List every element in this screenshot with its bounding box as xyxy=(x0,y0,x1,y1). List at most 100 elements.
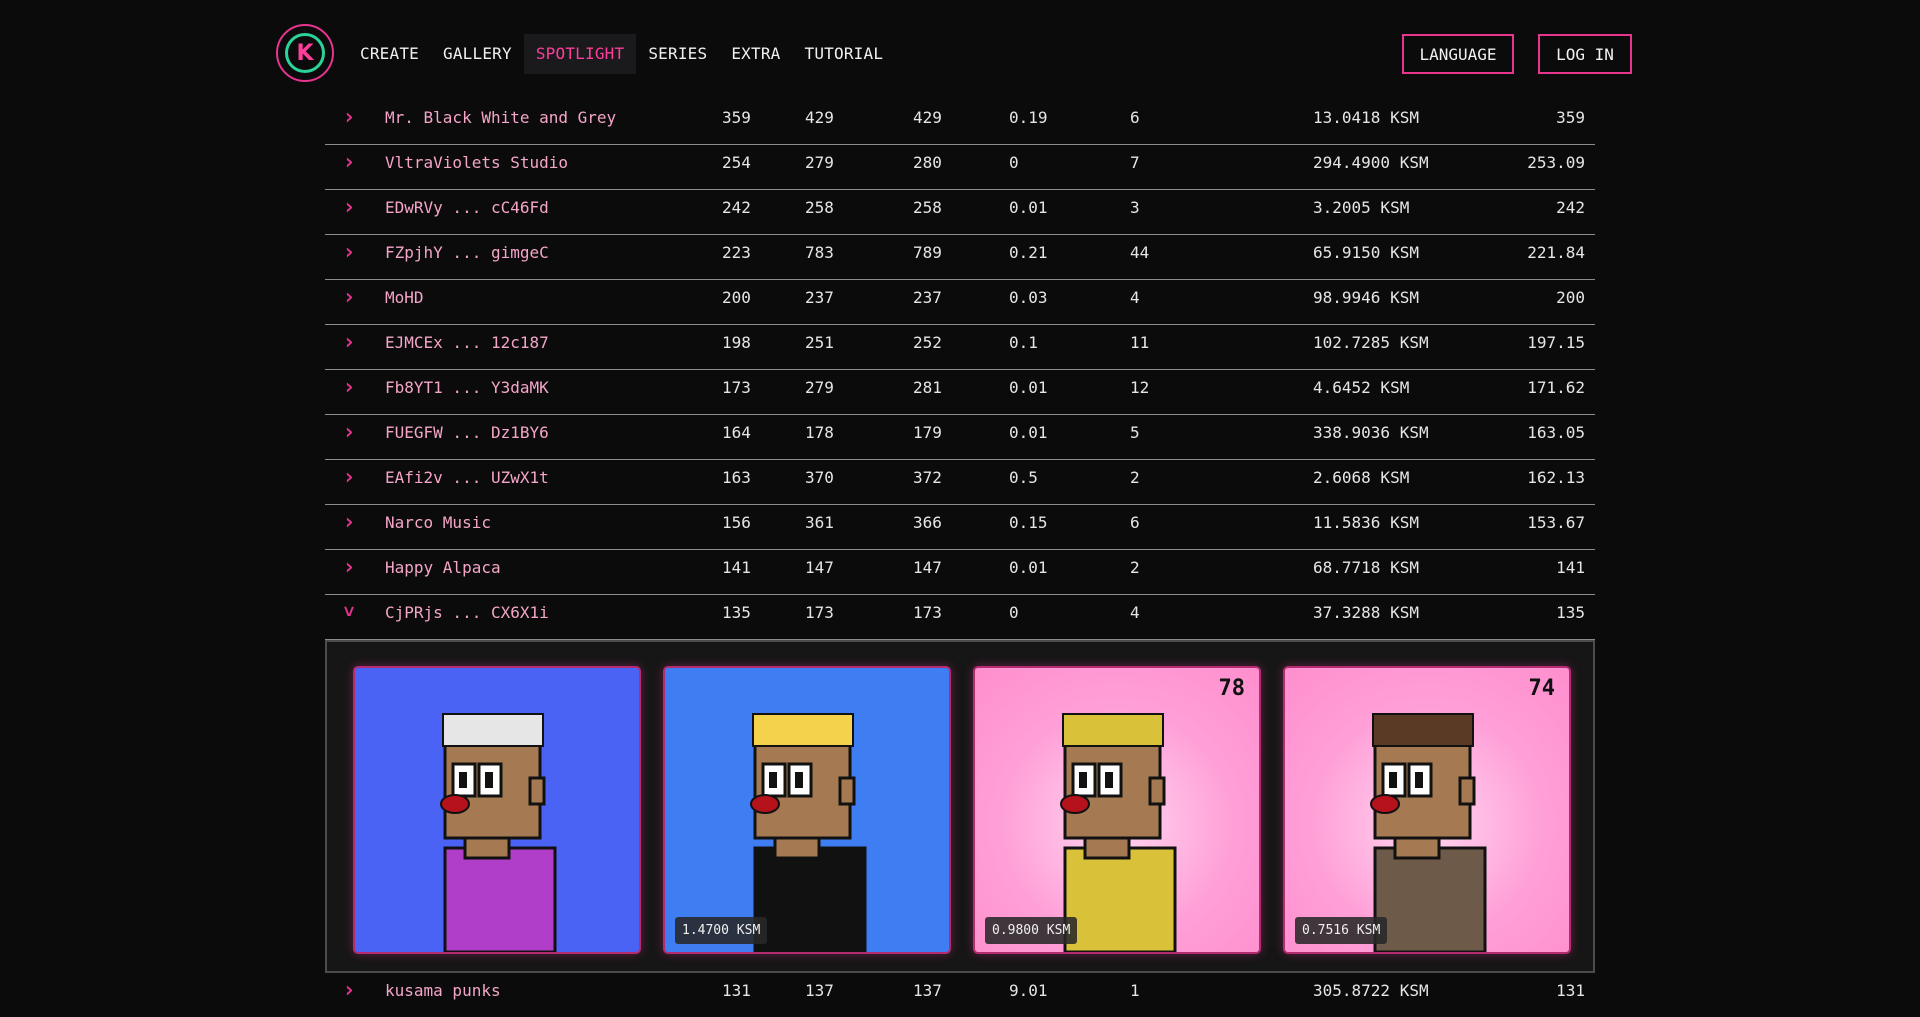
col-value: 242 xyxy=(722,198,751,217)
price-tag: 0.9800 KSM xyxy=(985,917,1078,944)
col-value: 252 xyxy=(913,333,942,352)
col-value: 254 xyxy=(722,153,751,172)
col-value: 178 xyxy=(805,423,834,442)
login-button[interactable]: LOG IN xyxy=(1538,34,1632,74)
col-value: 141 xyxy=(722,558,751,577)
chevron-right-icon[interactable]: › xyxy=(341,145,357,181)
col-value: 173 xyxy=(805,603,834,622)
col-value: 372 xyxy=(913,468,942,487)
artist-name[interactable]: VltraViolets Studio xyxy=(385,145,568,181)
col-value: 0 xyxy=(1009,603,1019,622)
col-value: 173 xyxy=(722,378,751,397)
nav-series[interactable]: SERIES xyxy=(636,34,719,74)
chevron-right-icon[interactable]: › xyxy=(341,415,357,451)
col-value: 12 xyxy=(1130,378,1150,397)
artist-name[interactable]: Narco Music xyxy=(385,505,491,541)
artist-name[interactable]: FUEGFW ... Dz1BY6 xyxy=(385,415,549,451)
chevron-right-icon[interactable]: › xyxy=(341,235,357,271)
table-row[interactable]: › kusama punks 131 137 137 9.01 1 305.8722 KSM 1… xyxy=(325,973,1595,1017)
chevron-right-icon[interactable]: › xyxy=(341,190,357,226)
col-value: 237 xyxy=(913,288,942,307)
table-row[interactable]: › FUEGFW ... Dz1BY6 164 178 179 0.01 5 338.9036… xyxy=(325,415,1595,460)
table-row[interactable]: › Narco Music 156 361 366 0.15 6 11.5836 KSM 153… xyxy=(325,505,1595,550)
col-value: 251 xyxy=(805,333,834,352)
artist-name[interactable]: Fb8YT1 ... Y3daMK xyxy=(385,370,549,406)
punk-figure-image xyxy=(1370,713,1487,952)
volume-value: 294.4900 KSM xyxy=(1313,153,1429,172)
chevron-down-icon[interactable]: ˅ xyxy=(341,595,357,631)
punk-figure-image xyxy=(1060,713,1177,952)
col-value: 280 xyxy=(913,153,942,172)
col-value: 279 xyxy=(805,153,834,172)
volume-value: 65.9150 KSM xyxy=(1313,243,1419,262)
col-value: 163.05 xyxy=(1527,423,1585,442)
nft-card[interactable]: 74 0.7516 KSM xyxy=(1283,666,1571,954)
nav-tutorial[interactable]: TUTORIAL xyxy=(793,34,896,74)
col-value: 253.09 xyxy=(1527,153,1585,172)
table-row[interactable]: › VltraViolets Studio 254 279 280 0 7 294.4900 … xyxy=(325,145,1595,190)
col-value: 198 xyxy=(722,333,751,352)
artist-name[interactable]: EJMCEx ... 12c187 xyxy=(385,325,549,361)
nft-card[interactable]: 1.4700 KSM xyxy=(663,666,951,954)
col-value: 3 xyxy=(1130,198,1140,217)
chevron-right-icon[interactable]: › xyxy=(341,460,357,496)
col-value: 0.01 xyxy=(1009,198,1048,217)
chevron-right-icon[interactable]: › xyxy=(341,280,357,316)
nav-create[interactable]: CREATE xyxy=(348,34,431,74)
chevron-right-icon[interactable]: › xyxy=(341,505,357,541)
volume-value: 2.6068 KSM xyxy=(1313,468,1410,487)
col-value: 147 xyxy=(913,558,942,577)
nft-card[interactable]: 78 0.9800 KSM xyxy=(973,666,1261,954)
nft-card-list: 1.4700 KSM 78 0.9800 KSM 74 0.7516 KSM xyxy=(353,666,1571,954)
table-row[interactable]: › Fb8YT1 ... Y3daMK 173 279 281 0.01 12 4.6452 … xyxy=(325,370,1595,415)
table-row[interactable]: › EJMCEx ... 12c187 198 251 252 0.1 11 102.7285… xyxy=(325,325,1595,370)
col-value: 783 xyxy=(805,243,834,262)
nav-extra[interactable]: EXTRA xyxy=(719,34,792,74)
nft-card[interactable] xyxy=(353,666,641,954)
punk-figure-image xyxy=(440,713,557,952)
artist-name[interactable]: FZpjhY ... gimgeC xyxy=(385,235,549,271)
language-button[interactable]: LANGUAGE xyxy=(1402,34,1514,74)
chevron-right-icon[interactable]: › xyxy=(341,325,357,361)
chevron-right-icon[interactable]: › xyxy=(341,370,357,406)
artist-name[interactable]: Happy Alpaca xyxy=(385,550,501,586)
col-value: 163 xyxy=(722,468,751,487)
col-value: 131 xyxy=(722,981,751,1000)
col-value: 200 xyxy=(722,288,751,307)
col-value: 2 xyxy=(1130,558,1140,577)
table-row[interactable]: › EAfi2v ... UZwX1t 163 370 372 0.5 2 2.6068 KS… xyxy=(325,460,1595,505)
col-value: 9.01 xyxy=(1009,981,1048,1000)
nav-gallery[interactable]: GALLERY xyxy=(431,34,524,74)
chevron-right-icon[interactable]: › xyxy=(341,550,357,586)
logo-mark: K xyxy=(285,33,325,73)
table-row[interactable]: ˅ CjPRjs ... CX6X1i 135 173 173 0 4 37.3288 KSM… xyxy=(325,595,1595,640)
col-value: 1 xyxy=(1130,981,1140,1000)
col-value: 137 xyxy=(913,981,942,1000)
artist-name[interactable]: EAfi2v ... UZwX1t xyxy=(385,460,549,496)
artist-name[interactable]: kusama punks xyxy=(385,973,501,1009)
col-value: 0.01 xyxy=(1009,378,1048,397)
table-row[interactable]: › MoHD 200 237 237 0.03 4 98.9946 KSM 200 xyxy=(325,280,1595,325)
col-value: 366 xyxy=(913,513,942,532)
col-value: 279 xyxy=(805,378,834,397)
expanded-collection-panel: 1.4700 KSM 78 0.9800 KSM 74 0.7516 KSM xyxy=(325,640,1595,973)
price-tag: 1.4700 KSM xyxy=(675,917,768,944)
col-value: 0.03 xyxy=(1009,288,1048,307)
col-value: 0.1 xyxy=(1009,333,1038,352)
table-row[interactable]: › FZpjhY ... gimgeC 223 783 789 0.21 44 65.9150… xyxy=(325,235,1595,280)
punk-figure-image xyxy=(750,713,867,952)
artist-name[interactable]: EDwRVy ... cC46Fd xyxy=(385,190,549,226)
nav-spotlight[interactable]: SPOTLIGHT xyxy=(523,34,637,74)
col-value: 171.62 xyxy=(1527,378,1585,397)
table-row[interactable]: › EDwRVy ... cC46Fd 242 258 258 0.01 3 3.2005 K… xyxy=(325,190,1595,235)
table-row[interactable]: › Happy Alpaca 141 147 147 0.01 2 68.7718 KSM 14… xyxy=(325,550,1595,595)
col-value: 141 xyxy=(1556,558,1585,577)
chevron-right-icon[interactable]: › xyxy=(341,973,357,1009)
site-logo[interactable]: K xyxy=(276,24,334,82)
rank-number: 74 xyxy=(1528,676,1556,701)
artist-name[interactable]: CjPRjs ... CX6X1i xyxy=(385,595,549,631)
col-value: 6 xyxy=(1130,513,1140,532)
col-value: 0.15 xyxy=(1009,513,1048,532)
col-value: 0 xyxy=(1009,153,1019,172)
artist-name[interactable]: MoHD xyxy=(385,280,424,316)
